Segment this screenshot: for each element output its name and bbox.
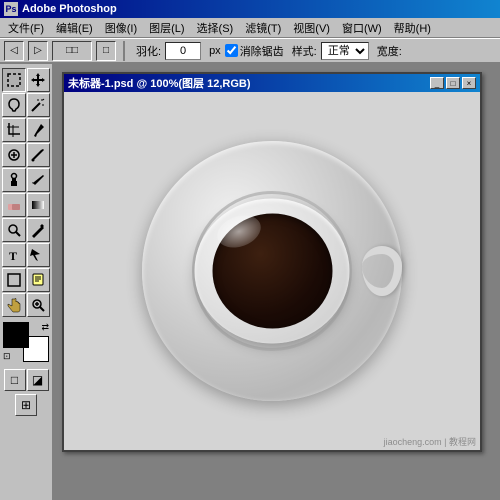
tool-text[interactable]: T (2, 243, 26, 267)
color-swatches: ⇄ ⊡ (3, 322, 49, 362)
standard-mode-btn[interactable]: □ (4, 369, 26, 391)
tool-dodge[interactable] (2, 218, 26, 242)
tool-history-brush[interactable] (27, 168, 51, 192)
menu-layer[interactable]: 图层(L) (143, 18, 190, 38)
view-mode-row: □ ◪ (2, 369, 50, 391)
nav-forward-btn[interactable]: ▷ (28, 41, 48, 61)
menu-window[interactable]: 窗口(W) (336, 18, 388, 38)
tool-row-9 (2, 268, 50, 292)
main-area: T ⇄ ⊡ (0, 64, 500, 500)
swap-colors-icon[interactable]: ⇄ (41, 322, 49, 333)
menu-help[interactable]: 帮助(H) (388, 18, 437, 38)
feather-unit: px (209, 45, 221, 57)
tool-row-8: T (2, 243, 50, 267)
tool-row-10 (2, 293, 50, 317)
menu-file[interactable]: 文件(F) (2, 18, 50, 38)
tool-eyedropper[interactable] (27, 118, 51, 142)
nav-back-btn[interactable]: ◁ (4, 41, 24, 61)
svg-text:T: T (9, 249, 17, 263)
tool-hand[interactable] (2, 293, 26, 317)
tool-pen[interactable] (27, 218, 51, 242)
document-title-bar: 未标器-1.psd @ 100%(图层 12,RGB) _ □ × (64, 74, 480, 92)
sep1 (123, 41, 125, 61)
default-colors-icon[interactable]: ⊡ (3, 351, 11, 362)
tool-heal[interactable] (2, 143, 26, 167)
toolbox: T ⇄ ⊡ (0, 64, 54, 500)
tool-path-select[interactable] (27, 243, 51, 267)
canvas-area: 未标器-1.psd @ 100%(图层 12,RGB) _ □ × (54, 64, 500, 500)
menu-edit[interactable]: 编辑(E) (50, 18, 99, 38)
tool-row-6 (2, 193, 50, 217)
tool-row-5 (2, 168, 50, 192)
tool-gradient[interactable] (27, 193, 51, 217)
anti-alias-check[interactable]: 消除锯齿 (225, 43, 284, 59)
tool-crop[interactable] (2, 118, 26, 142)
tool-row-7 (2, 218, 50, 242)
menu-select[interactable]: 选择(S) (191, 18, 240, 38)
anti-alias-checkbox[interactable] (225, 44, 238, 57)
tool-move[interactable] (27, 68, 51, 92)
tool-eraser[interactable] (2, 193, 26, 217)
document-window: 未标器-1.psd @ 100%(图层 12,RGB) _ □ × (62, 72, 482, 452)
quick-mask-btn[interactable]: ◪ (27, 369, 49, 391)
style-select[interactable]: 正常 (321, 42, 369, 60)
anti-alias-label: 消除锯齿 (240, 43, 284, 59)
feather-input[interactable] (165, 42, 201, 60)
width-label: 宽度: (377, 43, 402, 59)
document-title: 未标器-1.psd @ 100%(图层 12,RGB) (68, 75, 250, 91)
tool-brush[interactable] (27, 143, 51, 167)
tool-lasso[interactable] (2, 93, 26, 117)
doc-close-btn[interactable]: × (462, 77, 476, 89)
fg-color-swatch[interactable] (3, 322, 29, 348)
tool-row-4 (2, 143, 50, 167)
screen-mode-btn[interactable]: ⊞ (15, 394, 37, 416)
menu-view[interactable]: 视图(V) (287, 18, 336, 38)
tool-stamp[interactable] (2, 168, 26, 192)
title-bar: Ps Adobe Photoshop (0, 0, 500, 18)
menu-bar: 文件(F) 编辑(E) 图像(I) 图层(L) 选择(S) 滤镜(T) 视图(V… (0, 18, 500, 38)
tool-preset-btn[interactable]: □□ (52, 41, 92, 61)
feather-label: 羽化: (136, 43, 161, 59)
doc-maximize-btn[interactable]: □ (446, 77, 460, 89)
document-canvas: jiaocheng.com | 教程网 (64, 92, 480, 450)
cup-body (195, 199, 350, 344)
tool-row-3 (2, 118, 50, 142)
tool-zoom[interactable] (27, 293, 51, 317)
style-label: 样式: (292, 43, 317, 59)
tool-opt-btn[interactable]: □ (96, 41, 116, 61)
tool-marquee[interactable] (2, 68, 26, 92)
app-title: Adobe Photoshop (22, 3, 117, 15)
app-icon: Ps (4, 2, 18, 16)
watermark: jiaocheng.com | 教程网 (384, 435, 476, 448)
tool-magic-wand[interactable] (27, 93, 51, 117)
menu-image[interactable]: 图像(I) (99, 18, 143, 38)
doc-minimize-btn[interactable]: _ (430, 77, 444, 89)
tool-row-2 (2, 93, 50, 117)
tool-shape[interactable] (2, 268, 26, 292)
screen-mode-row: ⊞ (2, 394, 50, 416)
tool-notes[interactable] (27, 268, 51, 292)
tool-row-1 (2, 68, 50, 92)
menu-filter[interactable]: 滤镜(T) (239, 18, 287, 38)
cup-illustration (122, 121, 422, 421)
document-controls: _ □ × (430, 77, 476, 89)
options-bar: ◁ ▷ □□ □ 羽化: px 消除锯齿 样式: 正常 宽度: (0, 38, 500, 64)
